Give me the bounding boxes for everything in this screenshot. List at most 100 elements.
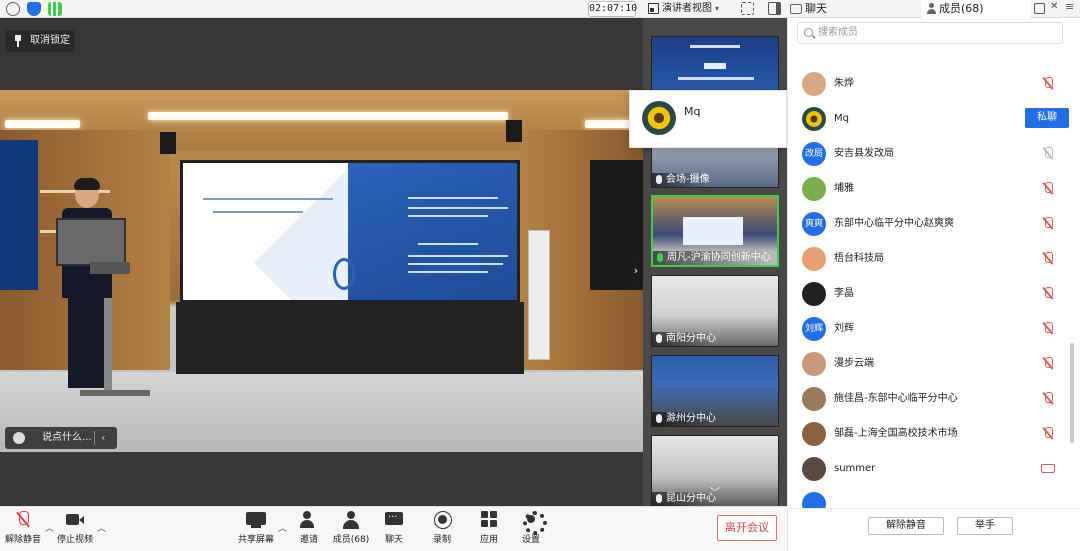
view-mode-button[interactable]: 演讲者视图 ▾ <box>646 0 719 18</box>
search-input[interactable]: 搜索成员 <box>797 22 1063 44</box>
leave-meeting-button[interactable]: 离开会议 <box>717 515 777 541</box>
settings-button[interactable]: 设置 <box>519 511 547 545</box>
chevron-down-icon[interactable]: ﹀ <box>643 484 787 500</box>
share-screen-label: 共享屏幕 <box>237 535 274 545</box>
member-list-scrollbar[interactable] <box>1070 343 1074 443</box>
mic-muted-icon[interactable] <box>1043 217 1053 230</box>
chat-icon <box>790 4 802 14</box>
slide-text-line <box>408 255 508 257</box>
apps-button[interactable]: 应用 <box>477 511 501 545</box>
record-button[interactable]: 录制 <box>430 511 454 545</box>
slide-text-line <box>418 243 478 245</box>
fullscreen-icon[interactable] <box>741 2 754 15</box>
banner-left <box>0 140 38 290</box>
avatar: 刘辉 <box>802 317 826 341</box>
video-thumbnail[interactable]: 滁州分中心 <box>651 355 779 427</box>
unmute-button[interactable]: 解除静音 <box>4 511 42 545</box>
tab-members[interactable]: 成员(68) <box>921 0 1031 18</box>
thumbnail-caption: 滁州分中心 <box>652 412 716 426</box>
unlock-pin-button[interactable]: 取消锁定 <box>5 30 75 52</box>
thumbnail-caption-text: 滁州分中心 <box>666 413 716 424</box>
mic-muted-icon[interactable] <box>1043 287 1053 300</box>
member-row[interactable]: 刘辉 刘辉 <box>788 311 1070 346</box>
slide-text-line <box>203 198 333 200</box>
avatar <box>802 457 826 481</box>
member-row[interactable]: 梧台科技局 <box>788 241 1070 276</box>
unlock-label: 取消锁定 <box>30 35 70 46</box>
person-icon <box>927 3 936 15</box>
camera-off-icon[interactable] <box>1041 464 1055 473</box>
mic-muted-icon <box>656 334 662 343</box>
share-screen-button[interactable]: 共享屏幕 <box>237 511 275 545</box>
chevron-up-icon[interactable]: ︿ <box>97 521 106 534</box>
member-row[interactable]: 邹磊-上海全国高校技术市场 <box>788 416 1070 451</box>
invite-button[interactable]: 邀请 <box>296 511 322 545</box>
presentation-screen <box>180 160 520 303</box>
tab-chat[interactable]: 聊天 <box>787 0 921 18</box>
member-row[interactable]: 改局 安吉县发改局 <box>788 136 1070 171</box>
camera-icon <box>65 511 85 529</box>
video-thumbnail-active[interactable]: 周凡-沪渝协同创新中心 <box>651 195 779 267</box>
collapse-thumbnails-button[interactable]: › <box>630 258 642 284</box>
info-icon[interactable] <box>6 2 20 16</box>
main-video-stage[interactable]: 取消锁定 说点什么... ‹ <box>0 18 643 506</box>
slide-text-line <box>408 207 508 209</box>
mic-active-icon <box>657 253 663 262</box>
member-row[interactable]: 施佳昌-东部中心临平分中心 <box>788 381 1070 416</box>
mic-muted-icon[interactable] <box>1043 427 1053 440</box>
chat-button[interactable]: 聊天 <box>382 509 406 545</box>
share-screen-icon <box>246 511 266 529</box>
quick-comment-placeholder: 说点什么... <box>42 432 92 443</box>
chevron-up-icon[interactable]: ︿ <box>278 521 287 534</box>
signal-icon[interactable] <box>48 2 62 16</box>
sidebar-toggle-icon[interactable] <box>768 2 781 15</box>
ceiling-light <box>5 120 80 128</box>
member-row[interactable] <box>788 486 1070 508</box>
chevron-up-icon[interactable]: ︿ <box>45 521 54 534</box>
chat-label: 聊天 <box>384 535 403 545</box>
unmute-all-button[interactable]: 解除静音 <box>868 517 944 535</box>
member-row[interactable]: 埔雅 <box>788 171 1070 206</box>
chat-icon <box>384 509 404 529</box>
mic-muted-icon[interactable] <box>1043 77 1053 90</box>
members-button[interactable]: 成员(68) <box>332 511 370 545</box>
side-panel-tabs: 聊天 成员(68) ✕ ≡ <box>787 0 1080 18</box>
meeting-top-bar: 02:07:10 演讲者视图 ▾ <box>0 0 787 18</box>
member-name: 李晶 <box>834 288 854 299</box>
member-row[interactable]: 爽爽 东部中心临平分中心赵爽爽 <box>788 206 1070 241</box>
avatar-icon <box>13 432 25 444</box>
stop-video-button[interactable]: 停止视频 <box>56 511 94 545</box>
private-chat-button[interactable]: 私聊 <box>1025 108 1069 128</box>
menu-icon[interactable]: ≡ <box>1065 0 1074 13</box>
chevron-left-icon[interactable]: ‹ <box>101 427 105 449</box>
raise-hand-button[interactable]: 举手 <box>957 517 1013 535</box>
member-row[interactable]: 朱烨 <box>788 66 1070 101</box>
quick-comment-bar[interactable]: 说点什么... ‹ <box>5 427 117 449</box>
member-row[interactable]: 漫步云端 <box>788 346 1070 381</box>
mic-muted-icon[interactable] <box>1043 392 1053 405</box>
mic-muted-icon[interactable] <box>1043 357 1053 370</box>
participant-popup: Mq <box>629 90 787 148</box>
add-person-icon <box>299 511 319 529</box>
member-row[interactable]: 李晶 <box>788 276 1070 311</box>
sunflower-avatar <box>642 101 676 135</box>
lectern-top <box>90 262 130 274</box>
popout-icon[interactable] <box>1034 3 1045 14</box>
shield-icon[interactable] <box>27 2 41 16</box>
video-thumbnail[interactable]: 南阳分中心 <box>651 275 779 347</box>
member-row[interactable]: Mq 私聊 <box>788 101 1070 136</box>
thumbnail-caption-text: 会场-摄像 <box>666 174 710 185</box>
member-row[interactable]: summer <box>788 451 1070 486</box>
mic-muted-icon[interactable] <box>1043 182 1053 195</box>
mic-muted-icon[interactable] <box>1043 322 1053 335</box>
screen-stand <box>176 302 524 374</box>
avatar <box>802 492 826 508</box>
thumb-text <box>678 77 754 80</box>
mic-muted-icon[interactable] <box>1043 147 1053 160</box>
close-icon[interactable]: ✕ <box>1050 1 1058 12</box>
mic-muted-icon[interactable] <box>1043 252 1053 265</box>
slide-text-line <box>408 263 503 265</box>
meeting-timer: 02:07:10 <box>588 1 637 17</box>
member-name: 安吉县发改局 <box>834 148 894 159</box>
member-name: 埔雅 <box>834 183 854 194</box>
